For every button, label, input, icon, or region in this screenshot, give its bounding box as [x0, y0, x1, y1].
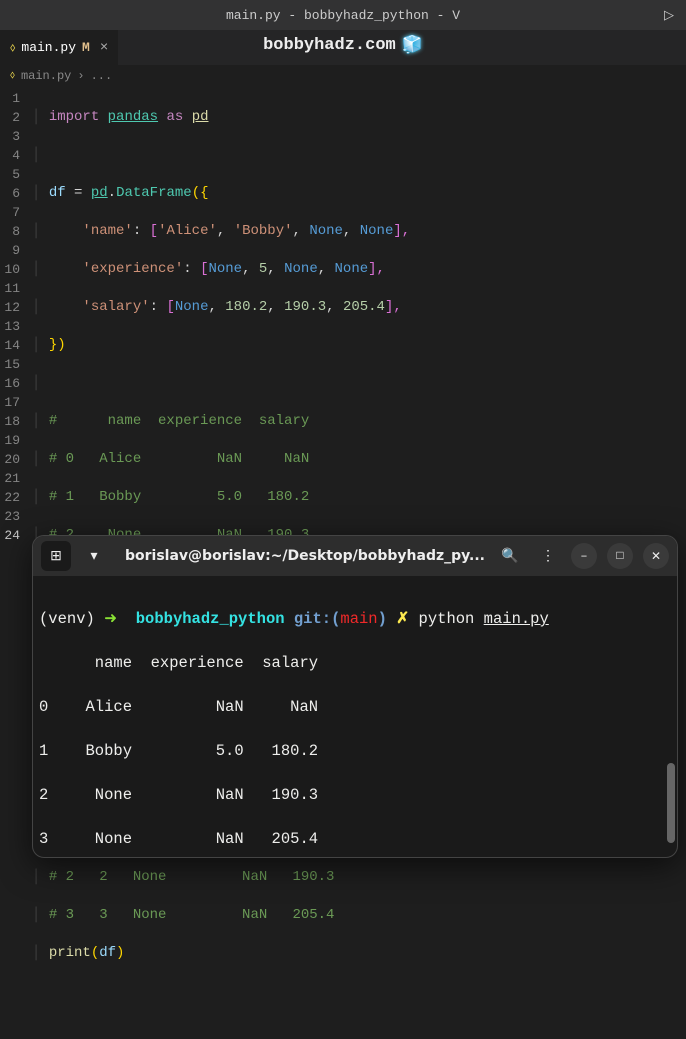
terminal-search-icon[interactable]: 🔍: [495, 541, 525, 571]
terminal-menu-icon[interactable]: ⋮: [533, 541, 563, 571]
breadcrumb[interactable]: ⬨ main.py › ...: [0, 65, 686, 87]
line-number-gutter: 1 2 3 4 5 6 7 8 9 10 11 12 13 14 15 16 1…: [0, 87, 28, 537]
maximize-icon[interactable]: □: [607, 543, 633, 569]
breadcrumb-more: ...: [91, 69, 113, 83]
terminal-scrollbar[interactable]: [667, 763, 675, 843]
run-icon[interactable]: ▷: [664, 8, 674, 23]
terminal-dropdown-icon[interactable]: ▾: [79, 541, 109, 571]
watermark-text: bobbyhadz.com: [263, 36, 396, 55]
python-file-icon: ⬨: [10, 70, 15, 82]
watermark-cube-icon: 🧊: [402, 35, 423, 56]
watermark-overlay: bobbyhadz.com 🧊: [263, 35, 423, 56]
terminal-titlebar[interactable]: ⊞ ▾ borislav@borislav:~/Desktop/bobbyhad…: [33, 536, 677, 576]
code-editor[interactable]: 1 2 3 4 5 6 7 8 9 10 11 12 13 14 15 16 1…: [0, 87, 686, 537]
close-icon[interactable]: ✕: [643, 543, 669, 569]
code-content[interactable]: │ import pandas as pd │ │ df = pd.DataFr…: [28, 87, 686, 537]
window-title: main.py - bobbyhadz_python - V: [226, 8, 460, 23]
terminal-window: ⊞ ▾ borislav@borislav:~/Desktop/bobbyhad…: [32, 535, 678, 858]
editor-tab-mainpy[interactable]: ⬨ main.py M ×: [0, 30, 118, 65]
tab-filename: main.py: [21, 40, 76, 55]
terminal-new-tab-button[interactable]: ⊞: [41, 541, 71, 571]
terminal-title: borislav@borislav:~/Desktop/bobbyhadz_py…: [117, 548, 487, 564]
tab-close-icon[interactable]: ×: [100, 40, 108, 56]
python-file-icon: ⬨: [10, 41, 15, 55]
tab-modified-marker: M: [82, 40, 90, 55]
title-bar: main.py - bobbyhadz_python - V ▷: [0, 0, 686, 30]
breadcrumb-separator: ›: [77, 69, 84, 83]
breadcrumb-file: main.py: [21, 69, 71, 83]
terminal-output[interactable]: (venv) ➜ bobbyhadz_python git:(main) ✗ p…: [33, 576, 677, 858]
minimize-icon[interactable]: –: [571, 543, 597, 569]
